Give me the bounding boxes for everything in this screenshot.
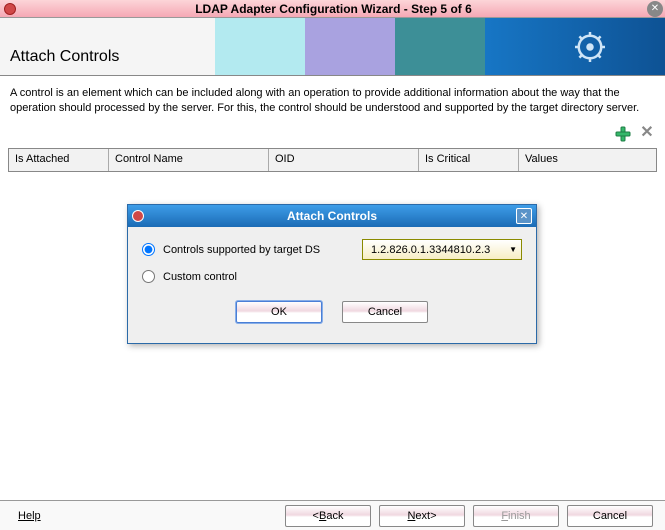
table-toolbar: ✕ [0,122,665,148]
window-close-button[interactable]: ✕ [647,1,663,17]
dialog-cancel-button[interactable]: Cancel [342,301,428,323]
radio-supported-row: Controls supported by target DS 1.2.826.… [142,239,522,260]
wizard-footer: Help < Back Next > Finish Cancel [0,500,665,530]
wizard-header: Attach Controls [0,18,665,76]
col-oid[interactable]: OID [269,149,419,171]
next-button[interactable]: Next > [379,505,465,527]
dialog-ok-button[interactable]: OK [236,301,322,323]
radio-custom-row: Custom control [142,270,522,283]
cancel-button[interactable]: Cancel [567,505,653,527]
page-description: A control is an element which can be inc… [0,76,665,122]
app-icon [4,3,16,15]
help-link[interactable]: Help [8,510,51,522]
back-button[interactable]: < Back [285,505,371,527]
attach-controls-dialog: Attach Controls ✕ Controls supported by … [127,204,537,344]
dialog-close-button[interactable]: ✕ [516,208,532,224]
oid-dropdown-value: 1.2.826.0.1.3344810.2.3 [371,244,490,256]
header-decoration [215,18,665,76]
dialog-app-icon [132,210,144,222]
radio-supported-label: Controls supported by target DS [163,244,320,256]
col-values[interactable]: Values [519,149,656,171]
window-titlebar: LDAP Adapter Configuration Wizard - Step… [0,0,665,18]
radio-supported-by-target[interactable] [142,243,155,256]
chevron-down-icon: ▼ [509,245,517,254]
col-control-name[interactable]: Control Name [109,149,269,171]
oid-dropdown[interactable]: 1.2.826.0.1.3344810.2.3 ▼ [362,239,522,260]
window-title: LDAP Adapter Configuration Wizard - Step… [20,2,647,16]
dialog-titlebar[interactable]: Attach Controls ✕ [128,205,536,227]
col-is-attached[interactable]: Is Attached [9,149,109,171]
dialog-title: Attach Controls [148,209,516,223]
col-is-critical[interactable]: Is Critical [419,149,519,171]
controls-table: Is Attached Control Name OID Is Critical… [8,148,657,172]
page-title: Attach Controls [10,48,119,66]
gear-icon [575,32,605,62]
delete-control-button[interactable]: ✕ [639,124,655,140]
radio-custom-control[interactable] [142,270,155,283]
add-control-button[interactable] [613,124,633,144]
finish-button: Finish [473,505,559,527]
table-header-row: Is Attached Control Name OID Is Critical… [9,149,656,171]
radio-custom-label: Custom control [163,271,237,283]
